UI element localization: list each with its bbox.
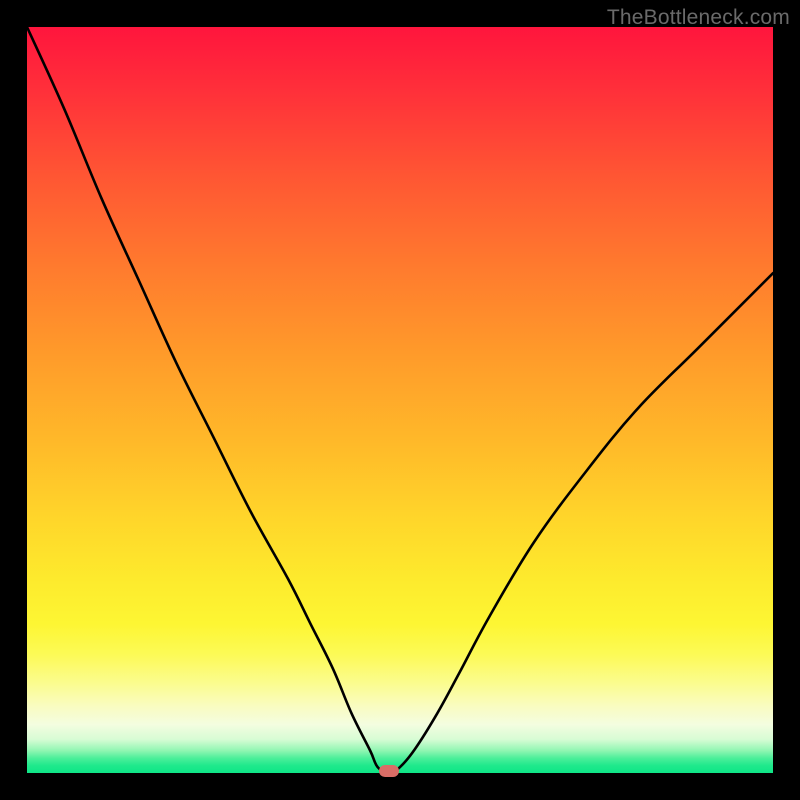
watermark-text: TheBottleneck.com	[607, 6, 790, 30]
chart-frame: TheBottleneck.com	[0, 0, 800, 800]
plot-area	[27, 27, 773, 773]
minimum-marker	[379, 765, 399, 777]
bottleneck-curve	[27, 27, 773, 773]
